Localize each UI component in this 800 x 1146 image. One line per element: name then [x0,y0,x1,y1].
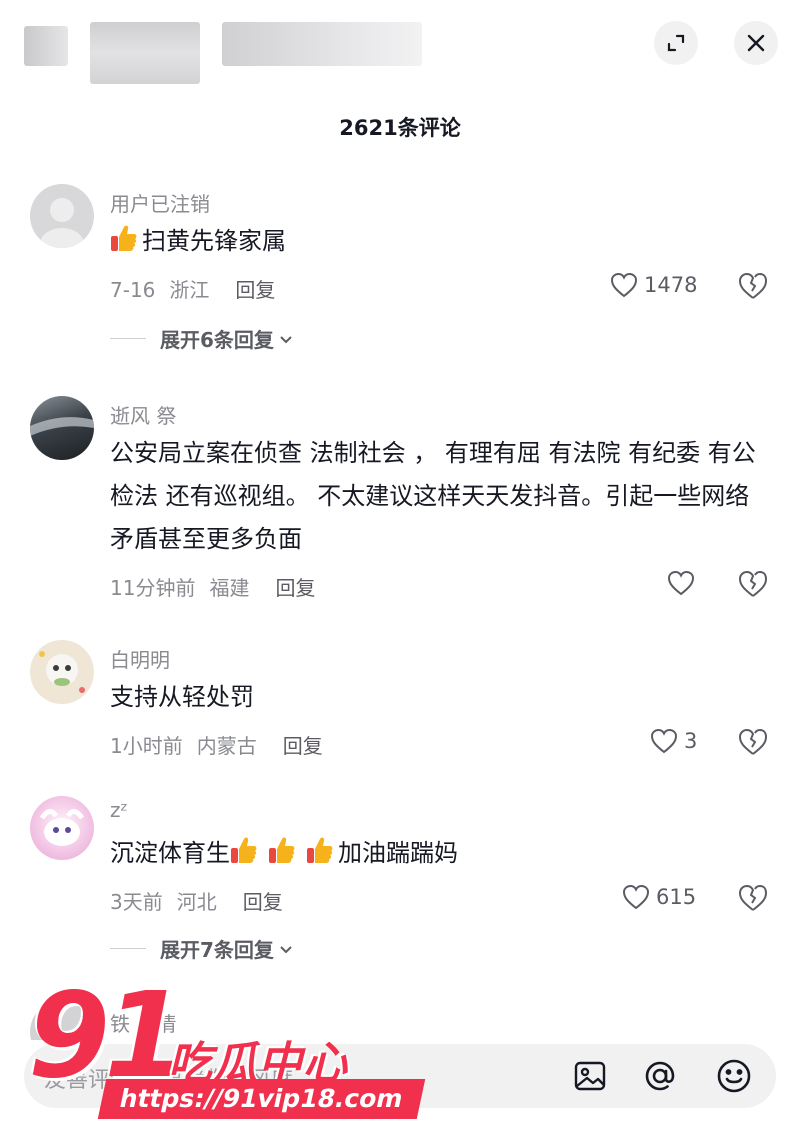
watermark-logo: 91 吃瓜中心 https://91vip18.com [28,966,425,1125]
like-count: 1478 [644,273,698,297]
comment-location: 内蒙古 [196,734,257,758]
heart-icon [667,570,695,596]
username[interactable]: 白明明 [110,644,170,673]
comment-location: 浙江 [169,278,210,302]
expand-button[interactable] [654,21,698,65]
expand-icon [667,34,685,52]
comment-date: 11分钟前 [110,576,196,600]
thumbs-up-emoji-icon [307,837,333,863]
divider [110,948,146,949]
blurred-region [24,26,68,66]
thumbs-up-emoji-icon [231,837,257,863]
like-button[interactable] [667,570,701,596]
comment-location: 河北 [176,890,217,914]
watermark-url: https://91vip18.com [97,1079,425,1119]
image-button[interactable] [570,1056,610,1096]
dislike-button[interactable] [738,570,768,602]
close-icon [747,34,765,52]
broken-heart-icon [738,570,768,597]
avatar[interactable] [30,640,94,704]
broken-heart-icon [738,728,768,755]
divider [110,338,146,339]
comment-text: 支持从轻处罚 [110,683,254,711]
reply-button[interactable]: 回复 [243,890,283,914]
username[interactable]: 逝风 祭 [110,400,176,429]
avatar[interactable] [30,796,94,860]
comment-date: 7-16 [110,278,156,302]
expand-replies-button[interactable]: 展开6条回复 [110,324,294,353]
avatar[interactable] [30,396,94,460]
like-button[interactable]: 615 [622,884,696,910]
heart-icon [650,728,678,754]
comment-meta: 11分钟前 福建 回复 [110,572,315,601]
avatar[interactable] [30,184,94,248]
reply-button[interactable]: 回复 [283,734,323,758]
blurred-region [90,22,200,84]
chevron-down-icon [280,945,292,953]
dislike-button[interactable] [738,884,768,916]
like-count: 615 [656,885,697,909]
expand-replies-button[interactable]: 展开7条回复 [110,934,294,963]
thumbs-up-emoji-icon [269,837,295,863]
at-mention-icon [645,1061,675,1091]
broken-heart-icon [738,884,768,911]
emoji-icon [717,1059,751,1093]
comment-text: 公安局立案在侦查 法制社会 ， 有理有屈 有法院 有纪委 有公检法 还有巡视组。… [110,439,756,553]
username[interactable]: zᶻ [110,798,128,822]
like-button[interactable]: 3 [650,728,697,754]
emoji-button[interactable] [714,1056,754,1096]
comment-meta: 1小时前 内蒙古 回复 [110,730,323,759]
dislike-button[interactable] [738,728,768,760]
comment-text: 扫黄先锋家属 [110,220,770,263]
heart-icon [622,884,650,910]
comment-location: 福建 [209,576,250,600]
close-button[interactable] [734,21,778,65]
watermark-number: 91 [28,966,186,1104]
username[interactable]: 用户已注销 [110,188,210,217]
broken-heart-icon [738,272,768,299]
mention-button[interactable] [640,1056,680,1096]
image-icon [574,1061,606,1091]
dislike-button[interactable] [738,272,768,304]
comment-text: 沉淀体育生 加油踹踹妈 [110,832,770,875]
header [0,0,800,100]
reply-button[interactable]: 回复 [275,576,315,600]
blurred-region [222,22,422,66]
thumbs-up-emoji-icon [111,225,137,251]
like-button[interactable]: 1478 [610,272,697,298]
like-count: 3 [684,729,698,753]
chevron-down-icon [280,335,292,343]
comment-meta: 3天前 河北 回复 [110,886,283,915]
comment-date: 1小时前 [110,734,183,758]
comment-meta: 7-16 浙江 回复 [110,274,275,303]
comment-date: 3天前 [110,890,163,914]
comment-count-title: 2621条评论 [339,116,461,140]
heart-icon [610,272,638,298]
reply-button[interactable]: 回复 [235,278,275,302]
